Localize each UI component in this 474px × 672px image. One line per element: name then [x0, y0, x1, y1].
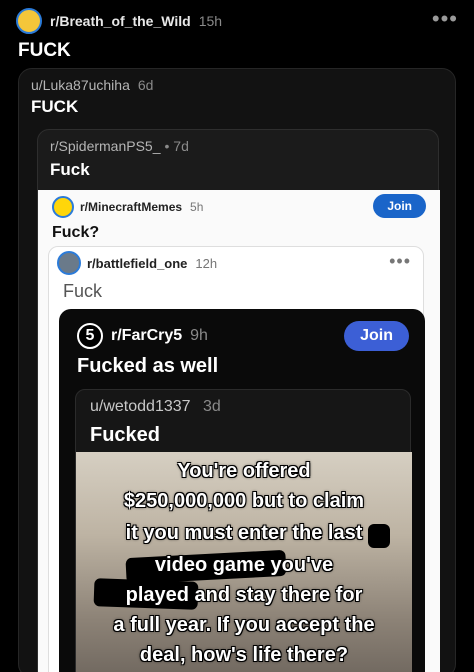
subreddit-name: r/battlefield_one	[87, 255, 188, 271]
post-time: 6d	[137, 77, 154, 93]
subreddit-name: r/MinecraftMemes	[80, 200, 183, 214]
post-time: 9h	[190, 327, 208, 344]
post-time: • 7d	[164, 138, 189, 154]
meme-text-line: video game you've	[154, 554, 334, 576]
post-title: Fucked	[90, 424, 161, 446]
more-options-icon: •••	[389, 251, 411, 271]
post-title: Fuck?	[52, 224, 100, 241]
crosspost-header: r/SpidermanPS5_ • 7d	[50, 138, 189, 154]
post-header: r/Breath_of_the_Wild 15h	[16, 8, 222, 34]
subreddit-name: r/FarCry5	[111, 327, 183, 344]
subreddit-name[interactable]: r/Breath_of_the_Wild	[50, 13, 191, 29]
subreddit-avatar	[52, 196, 74, 218]
crosspost-header: u/Luka87uchiha 6d	[31, 77, 153, 93]
author-name: u/wetodd1337	[90, 398, 191, 415]
post-time: 5h	[190, 200, 204, 214]
post-header: r/MinecraftMemes 5h	[52, 196, 203, 218]
join-button: Join	[373, 194, 426, 218]
post-time: 15h	[198, 13, 223, 29]
crosspost-battlefield: r/battlefield_one 12h ••• Fuck 5 r/FarCr…	[48, 246, 425, 672]
post-title: FUCK	[31, 97, 79, 116]
crosspost-2[interactable]: r/SpidermanPS5_ • 7d Fuck r/MinecraftMem…	[37, 129, 440, 672]
root-post: r/Breath_of_the_Wild 15h ••• FUCK u/Luka…	[0, 0, 474, 672]
meme-text-line: deal, how's life there?	[139, 644, 349, 666]
screenshot-post-minecraft: r/MinecraftMemes 5h Join Fuck? r/battlef…	[38, 190, 440, 672]
post-title: Fuck	[50, 160, 90, 179]
meme-text-line: $250,000,000 but to claim	[123, 490, 365, 512]
meme-text-line: played and stay there for	[125, 584, 363, 606]
post-title: FUCK	[18, 40, 71, 61]
screenshot-post-farcry: 5 r/FarCry5 9h Join Fucked as well u/wet…	[59, 309, 425, 672]
author-name[interactable]: u/Luka87uchiha	[31, 77, 130, 93]
post-header: r/battlefield_one 12h	[57, 251, 217, 275]
meme-text-line: You're offered	[177, 460, 311, 482]
subreddit-avatar: 5	[77, 323, 103, 349]
meme-text-line: it you must enter the last	[125, 522, 363, 544]
post-time: 12h	[195, 255, 218, 271]
subreddit-name[interactable]: r/SpidermanPS5_	[50, 138, 161, 154]
post-header: 5 r/FarCry5 9h	[77, 323, 208, 349]
post-title: Fucked as well	[77, 355, 219, 377]
subreddit-avatar	[57, 251, 81, 275]
crosspost-1[interactable]: u/Luka87uchiha 6d FUCK r/SpidermanPS5_ •…	[18, 68, 456, 672]
post-time: 3d	[202, 398, 221, 415]
subreddit-avatar[interactable]	[16, 8, 42, 34]
crosspost-header: u/wetodd1337 3d	[90, 398, 221, 416]
post-title: Fuck	[63, 281, 103, 301]
more-options-icon[interactable]: •••	[432, 6, 458, 32]
meme-text-line: a full year. If you accept the	[113, 614, 375, 636]
meme-image: You're offered $250,000,000 but to claim…	[76, 452, 412, 672]
join-button: Join	[344, 321, 409, 351]
crosspost-wetodd: u/wetodd1337 3d Fucked You're offered $2…	[75, 389, 412, 672]
